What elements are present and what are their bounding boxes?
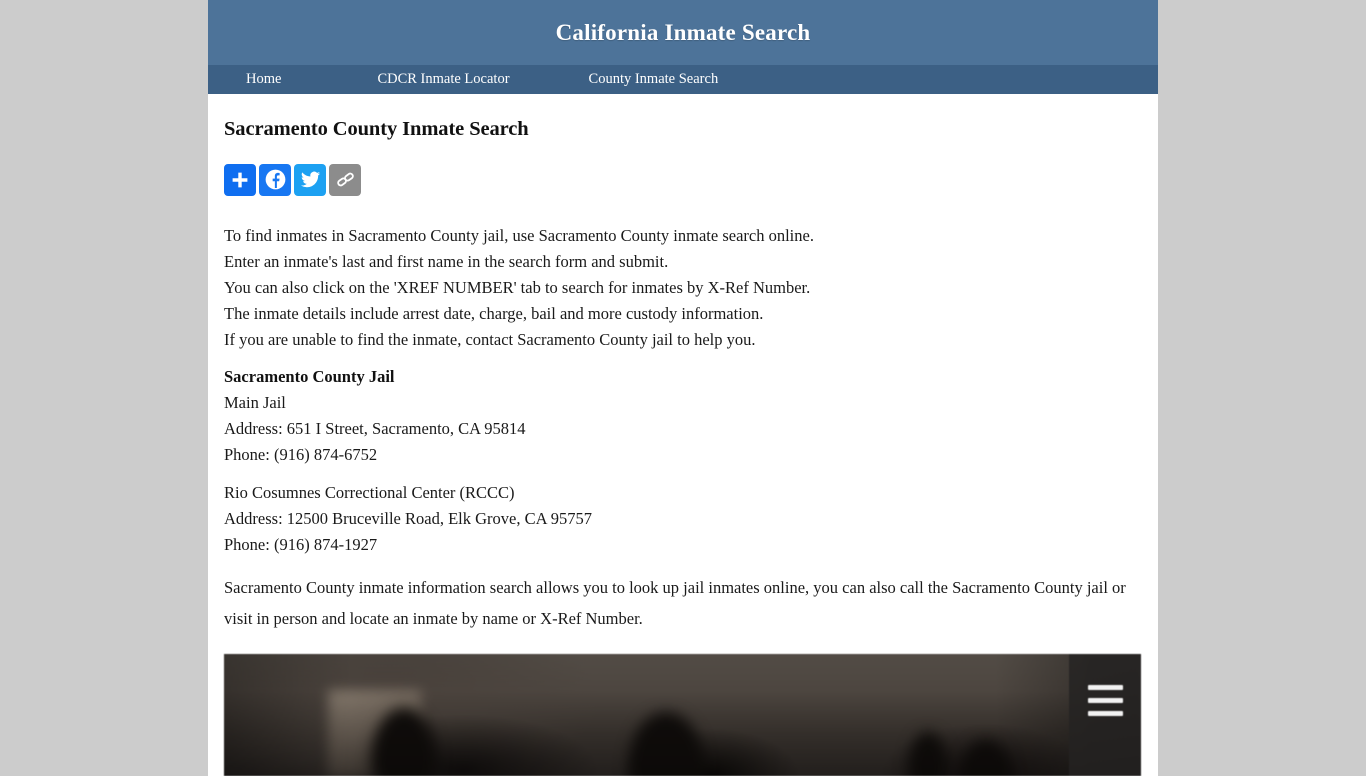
intro-line: You can also click on the 'XREF NUMBER' … <box>224 278 811 297</box>
media-blur-shape <box>960 740 1012 776</box>
facebook-icon <box>264 168 287 191</box>
nav-item-county-inmate-search[interactable]: County Inmate Search <box>589 65 719 94</box>
jail-info: Sacramento County Jail Main Jail Address… <box>224 364 1142 558</box>
addthis-share-icon <box>230 170 250 190</box>
intro-line: To find inmates in Sacramento County jai… <box>224 226 814 245</box>
copy-link-button[interactable] <box>329 163 361 196</box>
facility-phone: Phone: (916) 874-6752 <box>224 445 378 464</box>
site-title: California Inmate Search <box>555 19 811 45</box>
closing-paragraph: Sacramento County inmate information sea… <box>224 578 1126 628</box>
jail-heading: Sacramento County Jail <box>224 367 395 386</box>
copy-link-icon <box>335 169 356 190</box>
facility-phone: Phone: (916) 874-1927 <box>224 535 378 554</box>
media-blur-shape <box>908 732 948 776</box>
addthis-share-button[interactable] <box>224 163 256 196</box>
main-content: Sacramento County Inmate Search To find … <box>208 94 1158 776</box>
intro-line: The inmate details include arrest date, … <box>224 304 764 323</box>
hamburger-menu-icon <box>1087 685 1123 716</box>
facility-address: Address: 12500 Bruceville Road, Elk Grov… <box>224 509 592 528</box>
video-menu-button[interactable] <box>1069 654 1141 776</box>
nav-item-cdcr-inmate-locator[interactable]: CDCR Inmate Locator <box>377 65 509 94</box>
intro-text: To find inmates in Sacramento County jai… <box>224 223 1142 353</box>
facility-name: Main Jail <box>224 393 286 412</box>
page-title: Sacramento County Inmate Search <box>224 118 529 140</box>
nav-item-home[interactable]: Home <box>246 65 281 94</box>
video-thumbnail[interactable] <box>224 654 1141 776</box>
facility-name: Rio Cosumnes Correctional Center (RCCC) <box>224 483 515 502</box>
twitter-share-button[interactable] <box>294 163 326 196</box>
page-container: California Inmate Search Home CDCR Inmat… <box>208 0 1158 776</box>
media-blur-shape <box>628 712 704 776</box>
facility-address: Address: 651 I Street, Sacramento, CA 95… <box>224 419 526 438</box>
intro-line: If you are unable to find the inmate, co… <box>224 330 756 349</box>
site-header: California Inmate Search <box>208 0 1158 65</box>
intro-line: Enter an inmate's last and first name in… <box>224 252 669 271</box>
facebook-share-button[interactable] <box>259 163 291 196</box>
share-buttons <box>224 163 1142 196</box>
main-navigation: Home CDCR Inmate Locator County Inmate S… <box>208 65 1158 94</box>
twitter-icon <box>300 169 321 190</box>
